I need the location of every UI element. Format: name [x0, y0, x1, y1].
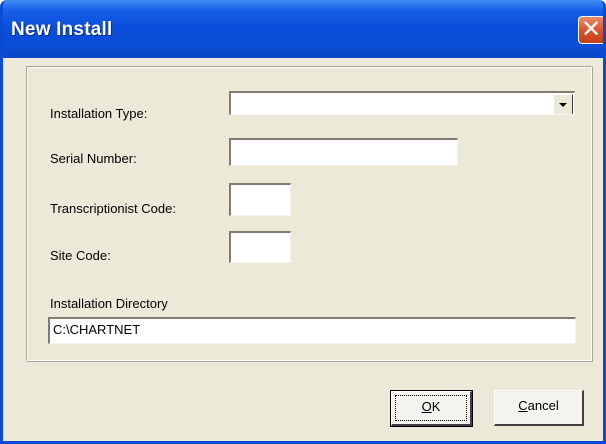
transcriptionist-code-label: Transcriptionist Code: [50, 201, 176, 216]
ok-button-label: OK [392, 399, 470, 414]
close-button[interactable]: ✕ [578, 16, 603, 44]
title-bar[interactable]: New Install ✕ [3, 0, 603, 58]
installation-directory-label: Installation Directory [50, 296, 168, 311]
ok-label-rest: K [431, 399, 441, 414]
window-title: New Install [11, 19, 113, 40]
installation-directory-input[interactable]: C:\CHARTNET [48, 317, 576, 344]
ok-mnemonic: O [421, 399, 432, 414]
close-icon: ✕ [581, 16, 602, 43]
serial-number-input[interactable] [229, 138, 458, 166]
cancel-button[interactable]: Cancel [494, 390, 584, 426]
cancel-label-rest: ancel [527, 398, 559, 413]
new-install-dialog: New Install ✕ Installation Type: Serial … [0, 0, 606, 444]
transcriptionist-code-input[interactable] [229, 183, 291, 216]
ok-button[interactable]: OK [390, 390, 473, 427]
cancel-mnemonic: C [518, 398, 528, 413]
site-code-input[interactable] [229, 231, 291, 263]
chevron-down-icon[interactable] [553, 94, 573, 114]
installation-type-label: Installation Type: [50, 106, 148, 121]
serial-number-label: Serial Number: [50, 151, 137, 166]
cancel-button-label: Cancel [495, 398, 582, 413]
installation-type-dropdown[interactable] [229, 91, 575, 115]
site-code-label: Site Code: [50, 248, 111, 263]
installation-directory-value: C:\CHARTNET [53, 322, 141, 337]
